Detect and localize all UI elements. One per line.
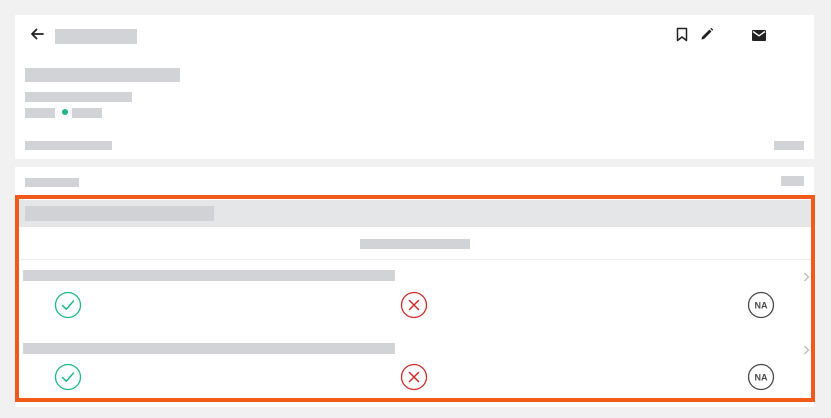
check-circle-icon[interactable] <box>54 363 82 391</box>
section-header[interactable] <box>15 200 814 227</box>
checklist-item-text-placeholder <box>23 343 395 354</box>
na-label: NA <box>755 372 768 382</box>
na-circle-icon[interactable]: NA <box>747 363 775 391</box>
chevron-right-icon[interactable] <box>803 342 810 360</box>
divider <box>15 259 814 260</box>
section-subtitle-placeholder <box>360 239 470 249</box>
check-circle-icon[interactable] <box>54 291 82 319</box>
x-circle-icon[interactable] <box>400 291 428 319</box>
item-title-placeholder <box>25 68 180 82</box>
na-label: NA <box>755 300 768 310</box>
item-subtitle-placeholder <box>25 92 132 102</box>
section-count-placeholder <box>781 176 804 186</box>
bookmark-icon[interactable] <box>676 27 688 47</box>
pencil-icon[interactable] <box>700 27 714 46</box>
checklist-item-text-placeholder <box>23 270 395 281</box>
header-title-placeholder <box>55 29 137 44</box>
info-value-placeholder <box>774 141 804 150</box>
x-circle-icon[interactable] <box>400 363 428 391</box>
na-circle-icon[interactable]: NA <box>747 291 775 319</box>
chevron-right-icon[interactable] <box>803 269 810 287</box>
item-meta-left-placeholder <box>25 108 55 118</box>
status-dot <box>62 109 68 115</box>
info-label-placeholder <box>25 141 112 150</box>
item-meta-right-placeholder <box>72 108 102 118</box>
section-header-placeholder <box>25 206 214 221</box>
mail-icon[interactable] <box>752 28 766 46</box>
detail-header-card <box>15 15 814 159</box>
arrow-left-icon[interactable] <box>29 26 45 47</box>
checklist-card: NA NA <box>15 167 814 407</box>
section-label-placeholder <box>25 178 79 187</box>
